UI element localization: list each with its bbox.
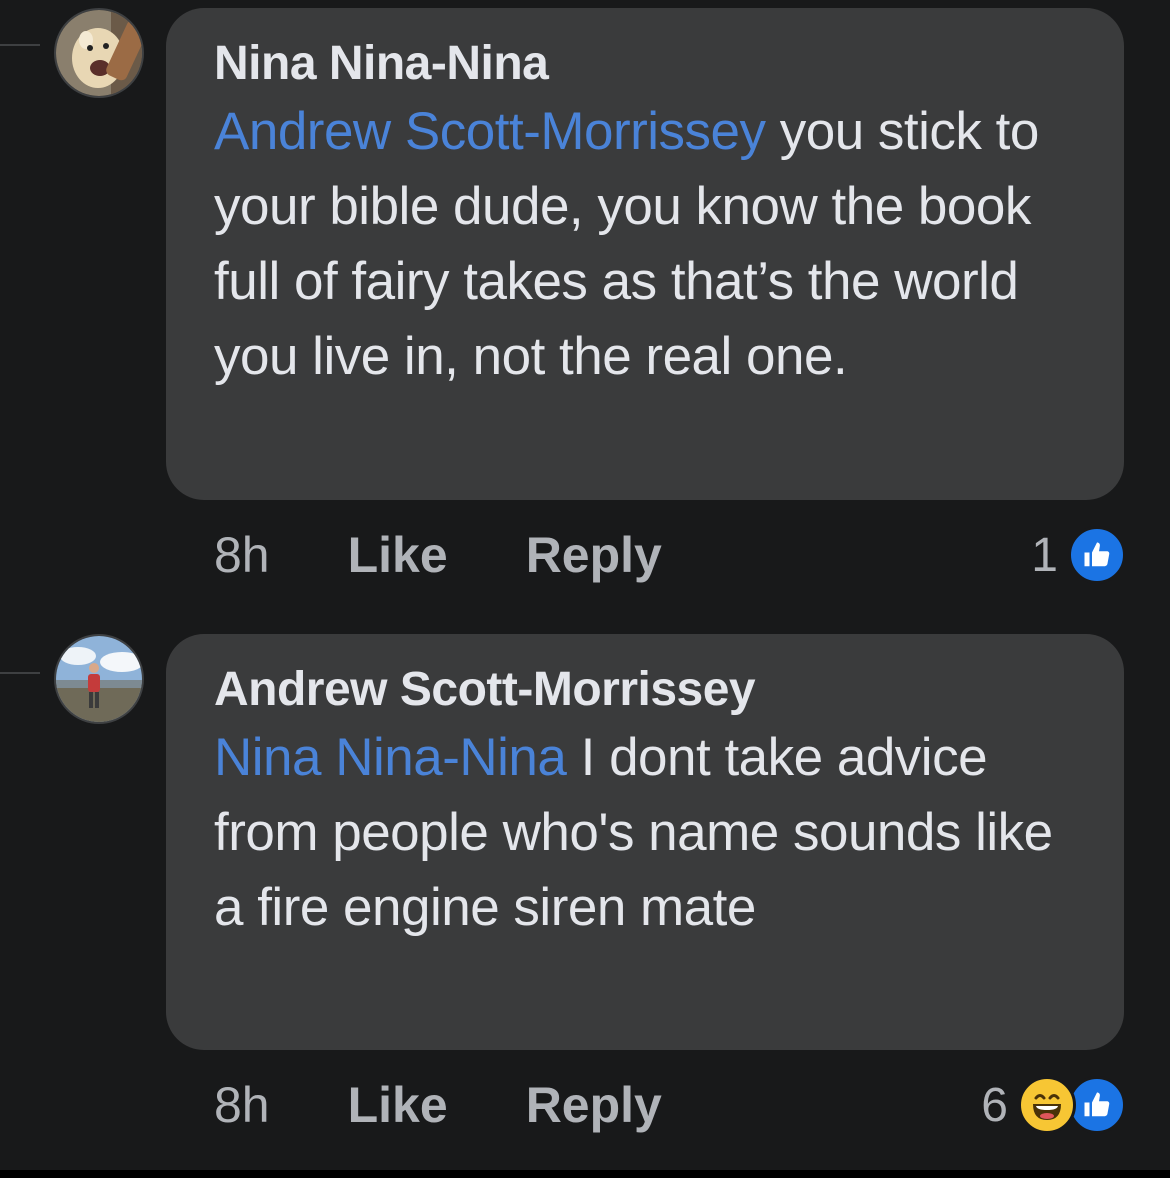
- mention-link[interactable]: Andrew Scott-Morrissey: [214, 102, 766, 161]
- dog-avatar-image: [56, 10, 142, 96]
- reaction-summary[interactable]: 1: [1031, 520, 1126, 590]
- thread-connector: [0, 672, 40, 674]
- comment-author[interactable]: Andrew Scott-Morrissey: [214, 660, 1084, 720]
- reply-button[interactable]: Reply: [526, 526, 662, 584]
- comment-bubble: Andrew Scott-Morrissey Nina Nina-Nina I …: [166, 634, 1124, 1050]
- comment-actions: 8h Like Reply: [214, 1070, 662, 1140]
- reaction-count: 1: [1031, 528, 1058, 582]
- haha-icon: [1018, 1076, 1076, 1134]
- comment-text: Andrew Scott-Morrissey you stick to your…: [214, 94, 1084, 394]
- person-avatar-image: [56, 636, 142, 722]
- like-icon: [1068, 1076, 1126, 1134]
- avatar[interactable]: [54, 634, 144, 724]
- mention-link[interactable]: Nina Nina-Nina: [214, 728, 567, 787]
- reaction-summary[interactable]: 6: [981, 1070, 1126, 1140]
- comment-text: Nina Nina-Nina I dont take advice from p…: [214, 720, 1084, 945]
- reply-button[interactable]: Reply: [526, 1076, 662, 1134]
- bottom-edge: [0, 1170, 1170, 1178]
- comment-bubble: Nina Nina-Nina Andrew Scott-Morrissey yo…: [166, 8, 1124, 500]
- thread-connector: [0, 44, 40, 46]
- comment-actions: 8h Like Reply: [214, 520, 662, 590]
- reaction-count: 6: [981, 1078, 1008, 1132]
- comment-author[interactable]: Nina Nina-Nina: [214, 34, 1084, 94]
- comment-timestamp[interactable]: 8h: [214, 1076, 270, 1134]
- like-button[interactable]: Like: [348, 1076, 448, 1134]
- like-icon: [1068, 526, 1126, 584]
- avatar[interactable]: [54, 8, 144, 98]
- comment-timestamp[interactable]: 8h: [214, 526, 270, 584]
- like-button[interactable]: Like: [348, 526, 448, 584]
